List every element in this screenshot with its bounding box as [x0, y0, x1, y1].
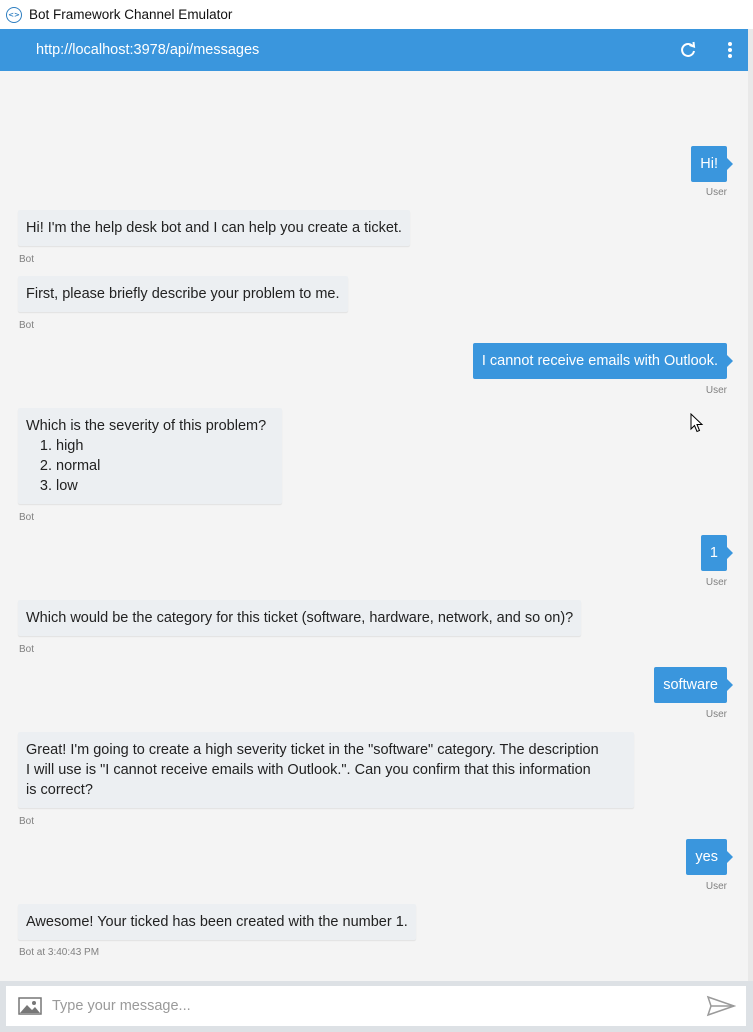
- emulator-app-icon: <>: [6, 6, 22, 23]
- message-meta: Bot: [19, 644, 35, 655]
- message-line: Great! I'm going to create a high severi…: [26, 742, 599, 758]
- message-meta: Bot: [19, 816, 35, 827]
- message-meta: User: [705, 709, 727, 720]
- choice-list: high normal low: [26, 436, 274, 496]
- message-meta: Bot: [19, 512, 35, 523]
- user-message: Hi!: [691, 146, 733, 182]
- choice-item[interactable]: high: [56, 436, 274, 456]
- message-meta: User: [705, 577, 727, 588]
- bot-choice-message: Which is the severity of this problem? h…: [18, 408, 282, 504]
- endpoint-header: http://localhost:3978/api/messages: [0, 29, 753, 71]
- window-titlebar: <> Bot Framework Channel Emulator: [0, 0, 753, 29]
- bot-confirm-message: Great! I'm going to create a high severi…: [18, 732, 634, 808]
- message-line: is correct?: [26, 782, 93, 798]
- message-input[interactable]: [48, 991, 706, 1021]
- message-meta: User: [705, 881, 727, 892]
- user-message: I cannot receive emails with Outlook.: [472, 343, 734, 379]
- message-meta: User: [705, 385, 727, 396]
- user-message: 1: [700, 535, 734, 571]
- message-meta: Bot: [19, 254, 35, 265]
- message-line: I will use is "I cannot receive emails w…: [26, 762, 591, 778]
- composer-box: [6, 986, 746, 1026]
- send-icon[interactable]: [706, 994, 736, 1018]
- composer-bar: [0, 981, 753, 1032]
- bot-message: First, please briefly describe your prob…: [18, 276, 348, 312]
- user-message: software: [654, 667, 733, 703]
- window-scrollbar[interactable]: [748, 29, 753, 1032]
- choice-prompt: Which is the severity of this problem?: [26, 418, 267, 434]
- choice-item[interactable]: normal: [56, 456, 274, 476]
- choice-item[interactable]: low: [56, 476, 274, 496]
- chat-history[interactable]: Hi! User Hi! I'm the help desk bot and I…: [0, 71, 753, 981]
- endpoint-url[interactable]: http://localhost:3978/api/messages: [36, 42, 259, 58]
- attach-image-icon[interactable]: [18, 997, 42, 1015]
- bot-message: Which would be the category for this tic…: [18, 600, 582, 636]
- more-options-icon[interactable]: [720, 40, 740, 60]
- bot-message: Awesome! Your ticked has been created wi…: [18, 904, 416, 940]
- message-meta: Bot at 3:40:43 PM: [19, 947, 100, 958]
- refresh-icon[interactable]: [678, 40, 698, 60]
- mouse-pointer-icon: [690, 413, 704, 433]
- bot-message: Hi! I'm the help desk bot and I can help…: [18, 210, 410, 246]
- window-title: Bot Framework Channel Emulator: [29, 7, 233, 22]
- message-meta: Bot: [19, 320, 35, 331]
- user-message: yes: [686, 839, 733, 875]
- message-meta: User: [705, 187, 727, 198]
